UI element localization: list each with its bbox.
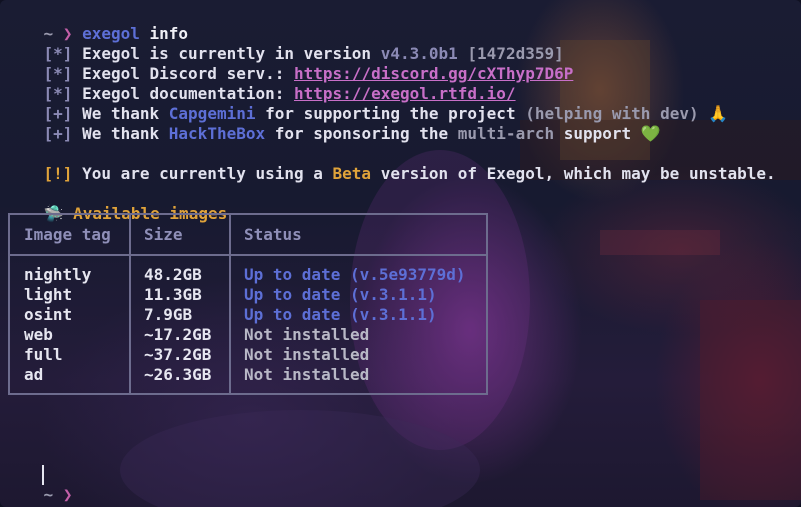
image-status-cell: Up to date (v.5e93779d) (244, 265, 466, 284)
header-image-tag: Image tag (24, 225, 111, 244)
green-heart-emoji-icon: 💚 (640, 124, 661, 143)
command-line: ~ ❯ exegol info (5, 4, 189, 43)
image-size-cell: ~26.3GB (144, 365, 212, 384)
header-divider (10, 254, 486, 256)
success-tag: [+] (43, 124, 73, 143)
column-divider (229, 215, 231, 393)
docs-line: [*] Exegol documentation: https://exegol… (5, 64, 516, 103)
version-line: [*] Exegol is currently in version v4.3.… (5, 24, 564, 63)
prompt-tilde: ~ (43, 485, 54, 504)
image-status-cell: Up to date (v.3.1.1) (244, 285, 437, 304)
image-tag-cell: full (24, 345, 63, 364)
image-status-cell: Up to date (v.3.1.1) (244, 305, 437, 324)
image-tag-cell: web (24, 325, 53, 344)
image-tag-cell: nightly (24, 265, 92, 284)
terminal-window[interactable]: ~ ❯ exegol info [*] Exegol is currently … (0, 0, 801, 507)
header-status: Status (244, 225, 302, 244)
images-section-title: 🛸 Available images (5, 184, 228, 223)
thanks-suffix: support (554, 124, 632, 143)
sponsor-hackthebox: HackTheBox (168, 124, 266, 143)
text-cursor[interactable] (42, 465, 44, 485)
warning-suffix: version of Exegol, which may be unstable… (371, 164, 776, 183)
image-status-cell: Not installed (244, 345, 370, 364)
prompt-arrow-icon: ❯ (62, 485, 73, 504)
image-size-cell: 11.3GB (144, 285, 202, 304)
thanks-capgemini-line: [+] We thank Capgemini for supporting th… (5, 84, 729, 123)
thanks-prefix: We thank (82, 124, 169, 143)
image-tag-cell: light (24, 285, 73, 304)
beta-label: Beta (332, 164, 372, 183)
image-tag-cell: osint (24, 305, 73, 324)
image-size-cell: 48.2GB (144, 265, 202, 284)
images-table: Image tag Size Status nightly 48.2GB Up to… (8, 213, 488, 395)
thanks-middle: for sponsoring the (265, 124, 458, 143)
image-status-cell: Not installed (244, 365, 370, 384)
warning-tag: [!] (43, 164, 73, 183)
image-size-cell: ~17.2GB (144, 325, 212, 344)
discord-line: [*] Exegol Discord serv.: https://discor… (5, 44, 574, 83)
image-status-cell: Not installed (244, 325, 370, 344)
column-divider (129, 215, 131, 393)
beta-warning-line: [!] You are currently using a Beta versi… (5, 144, 776, 183)
warning-prefix: You are currently using a (82, 164, 333, 183)
image-size-cell: 7.9GB (144, 305, 193, 324)
image-tag-cell: ad (24, 365, 44, 384)
image-size-cell: ~37.2GB (144, 345, 212, 364)
thanks-note: multi-arch (457, 124, 555, 143)
header-size: Size (144, 225, 183, 244)
bottom-prompt: ~ ❯ (5, 465, 73, 504)
thanks-htb-line: [+] We thank HackTheBox for sponsoring t… (5, 104, 661, 143)
pray-emoji-icon: 🙏 (708, 104, 729, 123)
